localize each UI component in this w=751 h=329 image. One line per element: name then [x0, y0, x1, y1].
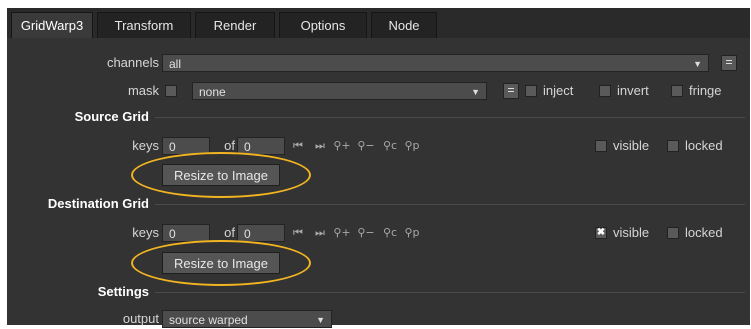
fringe-label: fringe: [689, 83, 722, 98]
destination-locked-label: locked: [685, 225, 723, 240]
channels-value: all: [169, 57, 182, 71]
destination-of-input[interactable]: 0: [237, 224, 285, 242]
chevron-down-icon: ▼: [693, 59, 702, 69]
inject-label: inject: [543, 83, 574, 98]
highlight-ring: [131, 152, 311, 198]
channels-label: channels: [106, 55, 159, 70]
mask-label: mask: [127, 83, 159, 98]
tab-options[interactable]: Options: [279, 12, 367, 38]
tab-transform[interactable]: Transform: [97, 12, 191, 38]
output-dropdown[interactable]: source warped ▼: [162, 310, 332, 328]
delete-key-icon[interactable]: ⚲−: [357, 138, 375, 154]
add-key-icon[interactable]: ⚲+: [333, 138, 351, 154]
gridwarp-properties-panel: GridWarp3 Transform Render Options Node …: [7, 8, 750, 328]
output-label: output: [122, 311, 159, 326]
mask-value: none: [199, 85, 226, 99]
invert-label: invert: [617, 83, 649, 98]
destination-visible-checkbox[interactable]: ✖: [595, 227, 607, 239]
source-grid-header: Source Grid: [74, 109, 149, 124]
section-divider: [155, 292, 745, 293]
source-locked-checkbox[interactable]: [667, 140, 679, 152]
destination-grid-header: Destination Grid: [47, 196, 149, 211]
add-key-icon[interactable]: ⚲+: [333, 225, 351, 241]
source-visible-checkbox[interactable]: [595, 140, 607, 152]
chevron-down-icon: ▼: [316, 315, 325, 325]
section-divider: [155, 204, 745, 205]
delete-key-icon[interactable]: ⚲−: [357, 225, 375, 241]
mask-enable-checkbox[interactable]: [165, 85, 177, 97]
invert-checkbox[interactable]: [599, 85, 611, 97]
inject-checkbox[interactable]: [525, 85, 537, 97]
channels-dropdown[interactable]: all ▼: [162, 54, 709, 72]
paste-key-icon[interactable]: ⚲p: [403, 138, 421, 154]
source-visible-label: visible: [613, 138, 650, 153]
destination-locked-checkbox[interactable]: [667, 227, 679, 239]
source-of-label: of: [224, 138, 235, 153]
paste-key-icon[interactable]: ⚲p: [403, 225, 421, 241]
mask-menu-button[interactable]: =: [503, 83, 519, 99]
highlight-ring: [131, 240, 311, 286]
chevron-down-icon: ▼: [471, 87, 480, 97]
source-keys-label: keys: [132, 138, 159, 153]
tab-bar: GridWarp3 Transform Render Options Node: [7, 8, 750, 38]
tab-node[interactable]: Node: [371, 12, 437, 38]
next-key-icon[interactable]: ⏭: [311, 138, 329, 154]
destination-keys-label: keys: [132, 225, 159, 240]
destination-keys-input[interactable]: 0: [162, 224, 210, 242]
settings-header: Settings: [97, 284, 149, 299]
tab-gridwarp3[interactable]: GridWarp3: [11, 12, 93, 38]
mask-dropdown[interactable]: none ▼: [192, 82, 487, 100]
copy-key-icon[interactable]: ⚲c: [381, 138, 399, 154]
channels-menu-button[interactable]: =: [721, 55, 737, 71]
prev-key-icon[interactable]: ⏮: [289, 138, 307, 154]
next-key-icon[interactable]: ⏭: [311, 225, 329, 241]
fringe-checkbox[interactable]: [671, 85, 683, 97]
section-divider: [155, 117, 745, 118]
tab-render[interactable]: Render: [195, 12, 275, 38]
copy-key-icon[interactable]: ⚲c: [381, 225, 399, 241]
destination-visible-label: visible: [613, 225, 650, 240]
source-locked-label: locked: [685, 138, 723, 153]
destination-of-label: of: [224, 225, 235, 240]
prev-key-icon[interactable]: ⏮: [289, 225, 307, 241]
